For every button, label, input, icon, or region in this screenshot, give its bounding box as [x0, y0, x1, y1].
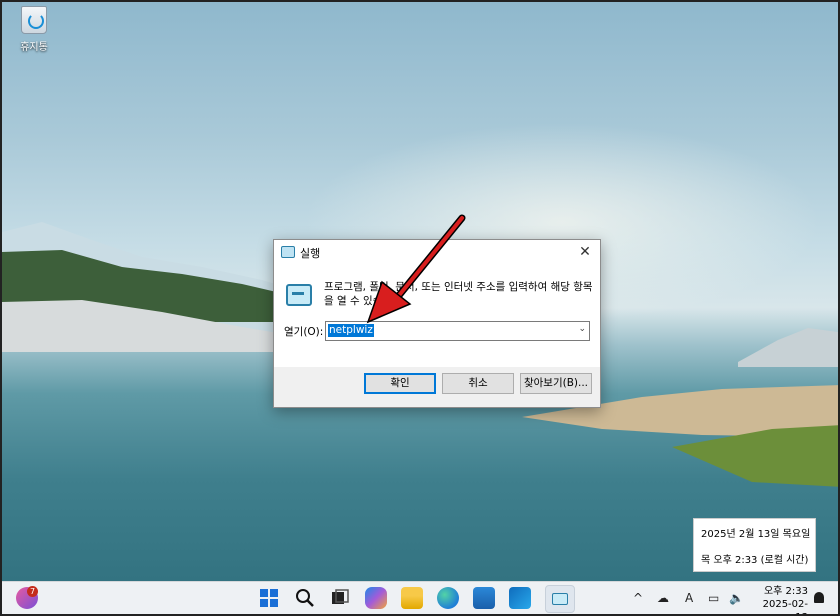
recycle-bin-icon	[21, 6, 47, 34]
start-icon[interactable]	[258, 587, 280, 609]
tray-time: 오후 2:33	[763, 586, 808, 597]
red-arrow-annotation	[366, 214, 466, 324]
ok-button[interactable]: 확인	[364, 373, 436, 394]
browse-button[interactable]: 찾아보기(B)...	[520, 373, 592, 394]
taskbar: 7 ^ ☁ A ▭ 🔈 오후 2:33 2025-02-13	[2, 581, 838, 614]
run-dialog-icon	[286, 284, 312, 306]
cancel-button[interactable]: 취소	[442, 373, 514, 394]
copilot-icon[interactable]	[365, 587, 387, 609]
run-taskbar-icon[interactable]	[545, 585, 575, 613]
edge-icon[interactable]	[437, 587, 459, 609]
recycle-bin[interactable]: 휴지통	[14, 6, 54, 53]
dialog-title: 실행	[300, 247, 321, 260]
notification-bell-icon[interactable]	[814, 592, 824, 603]
run-icon	[281, 246, 295, 258]
store-icon[interactable]	[473, 587, 495, 609]
network-icon[interactable]: ▭	[708, 591, 719, 605]
recycle-bin-label: 휴지통	[20, 42, 48, 53]
close-button[interactable]: ✕	[576, 243, 594, 261]
search-icon[interactable]	[294, 587, 316, 609]
onedrive-icon[interactable]: ☁	[657, 591, 669, 605]
clock-time-line: 목 오후 2:33 (로컬 시간)	[701, 555, 809, 566]
tray-clock[interactable]: 오후 2:33 2025-02-13	[762, 585, 808, 614]
volume-icon[interactable]: 🔈	[729, 591, 744, 605]
open-label: 열기(O):	[284, 326, 324, 338]
input-language-indicator[interactable]: A	[685, 591, 693, 605]
clock-flyout: 2025년 2월 13일 목요일 목 오후 2:33 (로컬 시간)	[693, 518, 816, 572]
mountain-right	[738, 328, 838, 367]
task-view-icon[interactable]	[329, 587, 351, 609]
desktop: 휴지통 실행 ✕ 프로그램, 폴더, 문서, 또는 인터넷 주소를 입력하여 해…	[0, 0, 840, 616]
clock-date-line: 2025년 2월 13일 목요일	[701, 529, 811, 540]
outlook-icon[interactable]	[509, 587, 531, 609]
chevron-down-icon[interactable]: ⌄	[578, 324, 586, 334]
mountain-left	[2, 222, 302, 352]
widgets-badge: 7	[27, 586, 38, 597]
tray-date: 2025-02-13	[762, 599, 808, 614]
show-hidden-icons[interactable]: ^	[633, 591, 643, 605]
file-explorer-icon[interactable]	[401, 587, 423, 609]
